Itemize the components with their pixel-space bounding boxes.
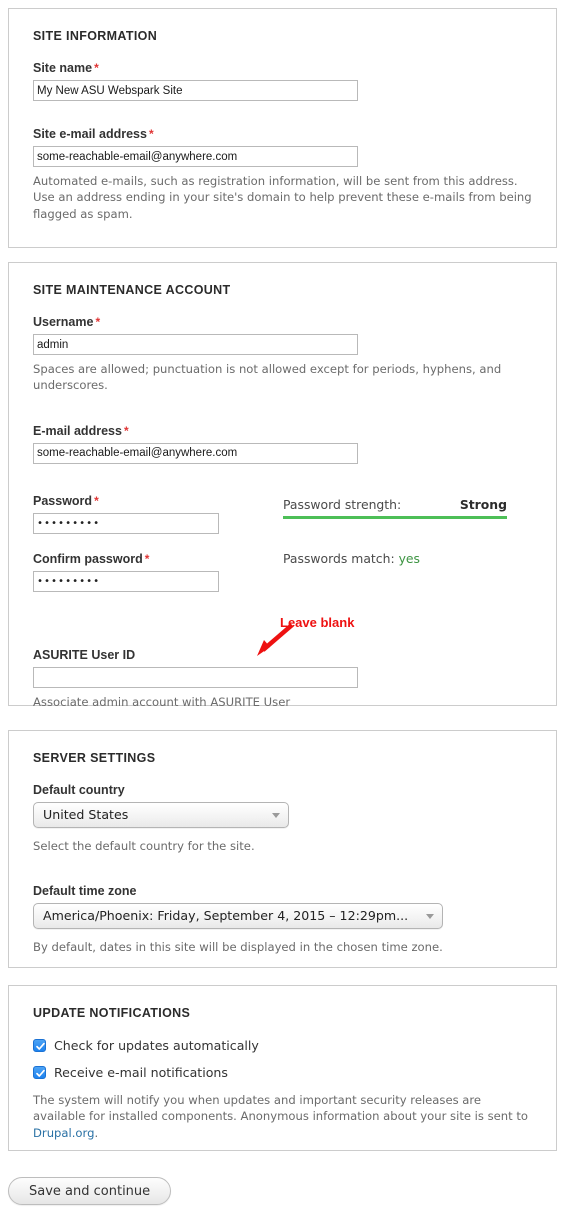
- site-email-label-text: Site e-mail address: [33, 127, 147, 141]
- site-email-input[interactable]: [33, 146, 358, 167]
- username-description: Spaces are allowed; punctuation is not a…: [33, 362, 502, 393]
- password-strength-label: Password strength:: [283, 496, 402, 512]
- account-email-label-text: E-mail address: [33, 423, 122, 438]
- panel-site-information: SITE INFORMATION Site name* Site e-mail …: [8, 8, 557, 248]
- default-country-description: Select the default country for the site.: [33, 839, 255, 853]
- checkbox-label-check-updates: Check for updates automatically: [54, 1038, 259, 1053]
- legend-server-settings: SERVER SETTINGS: [33, 751, 156, 765]
- account-email-label: E-mail address *: [33, 424, 532, 438]
- username-input[interactable]: [33, 334, 358, 355]
- password-strength-bar-track: [283, 515, 507, 519]
- checkbox-checked-icon[interactable]: [33, 1039, 46, 1052]
- form-item-username: Username* Spaces are allowed; punctuatio…: [33, 315, 532, 394]
- legend-site-information: SITE INFORMATION: [33, 29, 158, 43]
- legend-site-maintenance-account: SITE MAINTENANCE ACCOUNT: [33, 283, 231, 297]
- username-label: Username *: [33, 315, 532, 329]
- form-item-account-email: E-mail address *: [33, 424, 532, 464]
- legend-update-notifications: UPDATE NOTIFICATIONS: [33, 1006, 191, 1020]
- password-match-value: yes: [398, 550, 421, 566]
- site-name-label-text: Site name: [33, 61, 93, 75]
- password-strength-bar-fill: [283, 515, 507, 519]
- asurite-input[interactable]: [33, 666, 358, 688]
- form-item-default-country: Default country United States Select the…: [33, 783, 532, 854]
- required-marker: *: [148, 127, 154, 141]
- drupal-org-link[interactable]: Drupal.org: [33, 1126, 94, 1140]
- password-strength-indicator: Password strength: Strong: [283, 497, 507, 519]
- default-country-label: Default country: [33, 783, 125, 797]
- form-item-site-name: Site name *: [33, 61, 532, 101]
- default-time-zone-label: Default time zone: [33, 884, 137, 899]
- panel-update-notifications: UPDATE NOTIFICATIONS Check for updates a…: [8, 985, 557, 1151]
- confirm-password-label-text: Confirm password: [33, 551, 143, 566]
- panel-site-maintenance-account: SITE MAINTENANCE ACCOUNT Username* Space…: [8, 262, 557, 709]
- default-time-zone-select[interactable]: America/Phoenix: Friday, September 4, 20…: [33, 903, 443, 930]
- site-name-input[interactable]: [33, 80, 358, 101]
- annotation-leave-blank-text: Leave blank: [280, 615, 355, 630]
- default-country-select-wrap[interactable]: United States: [33, 802, 289, 828]
- install-configure-page: SITE INFORMATION Site name* Site e-mail …: [0, 0, 565, 1229]
- password-strength-value: Strong: [459, 496, 507, 512]
- panel-server-settings: SERVER SETTINGS Default country United S…: [8, 730, 557, 968]
- required-marker: *: [95, 315, 101, 329]
- checkbox-label-receive-email: Receive e-mail notifications: [54, 1065, 228, 1080]
- default-time-zone-select-wrap[interactable]: America/Phoenix: Friday, September 4, 20…: [33, 903, 443, 930]
- account-email-input[interactable]: [33, 442, 358, 464]
- site-email-label: Site e-mail address *: [33, 127, 532, 141]
- asurite-description: Associate admin account with ASURITE Use…: [33, 694, 291, 709]
- checkbox-checked-icon[interactable]: [33, 1066, 46, 1079]
- required-marker: *: [94, 61, 99, 75]
- checkbox-row-receive-email[interactable]: Receive e-mail notifications: [33, 1065, 532, 1080]
- form-item-asurite: ASURITE User ID Associate admin account …: [33, 648, 532, 710]
- update-notifications-description: The system will notify you when updates …: [33, 1092, 532, 1141]
- default-time-zone-description: By default, dates in this site will be d…: [33, 940, 443, 955]
- checkbox-row-check-updates[interactable]: Check for updates automatically: [33, 1038, 532, 1053]
- password-match-label: Passwords match:: [283, 550, 395, 566]
- confirm-password-input[interactable]: [33, 570, 219, 592]
- form-item-site-email: Site e-mail address* Automated e-mails, …: [33, 127, 532, 222]
- username-label-text: Username: [33, 315, 94, 329]
- site-email-description: Automated e-mails, such as registration …: [33, 174, 532, 221]
- site-name-label: Site name *: [33, 61, 532, 75]
- asurite-label-text: ASURITE User ID: [33, 647, 136, 662]
- required-marker: *: [123, 423, 129, 438]
- required-marker: *: [144, 551, 150, 566]
- password-input[interactable]: [33, 512, 219, 534]
- update-description-text-before: The system will notify you when updates …: [33, 1093, 529, 1124]
- form-item-default-time-zone: Default time zone America/Phoenix: Frida…: [33, 884, 532, 955]
- password-label-text: Password: [33, 493, 93, 508]
- password-match-message: Passwords match: yes: [283, 551, 420, 566]
- default-country-select[interactable]: United States: [33, 802, 289, 828]
- update-description-text-after: .: [94, 1125, 99, 1140]
- save-and-continue-button[interactable]: Save and continue: [8, 1177, 172, 1205]
- asurite-label: ASURITE User ID: [33, 648, 532, 662]
- form-item-password: Password* Password strength: Strong Conf…: [33, 494, 532, 592]
- required-marker: *: [94, 493, 99, 508]
